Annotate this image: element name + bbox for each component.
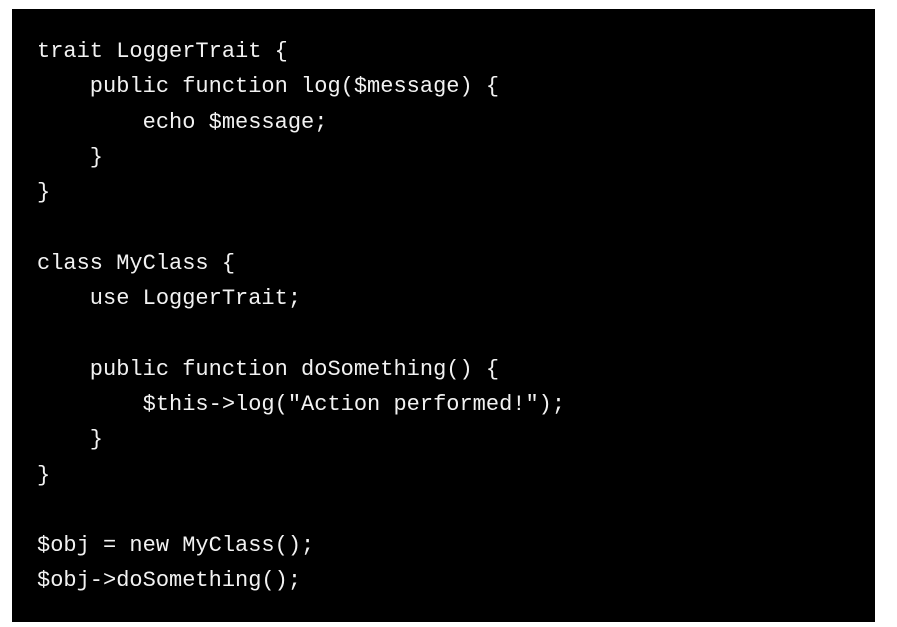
code-block: trait LoggerTrait { public function log(…	[12, 9, 875, 622]
code-line: $obj = new MyClass();	[37, 533, 315, 559]
code-line: $this->log("Action performed!");	[37, 391, 566, 417]
code-line: public function log($message) {	[37, 74, 500, 100]
code-line: use LoggerTrait;	[37, 286, 302, 312]
code-line: }	[37, 462, 51, 488]
code-line: $obj->doSomething();	[37, 568, 302, 594]
code-line: }	[37, 427, 104, 453]
code-line: echo $message;	[37, 109, 328, 135]
code-line: }	[37, 144, 104, 170]
code-line: trait LoggerTrait {	[37, 39, 288, 64]
code-line: public function doSomething() {	[37, 356, 500, 382]
code-line: class MyClass {	[37, 250, 236, 276]
code-line: }	[37, 180, 51, 206]
